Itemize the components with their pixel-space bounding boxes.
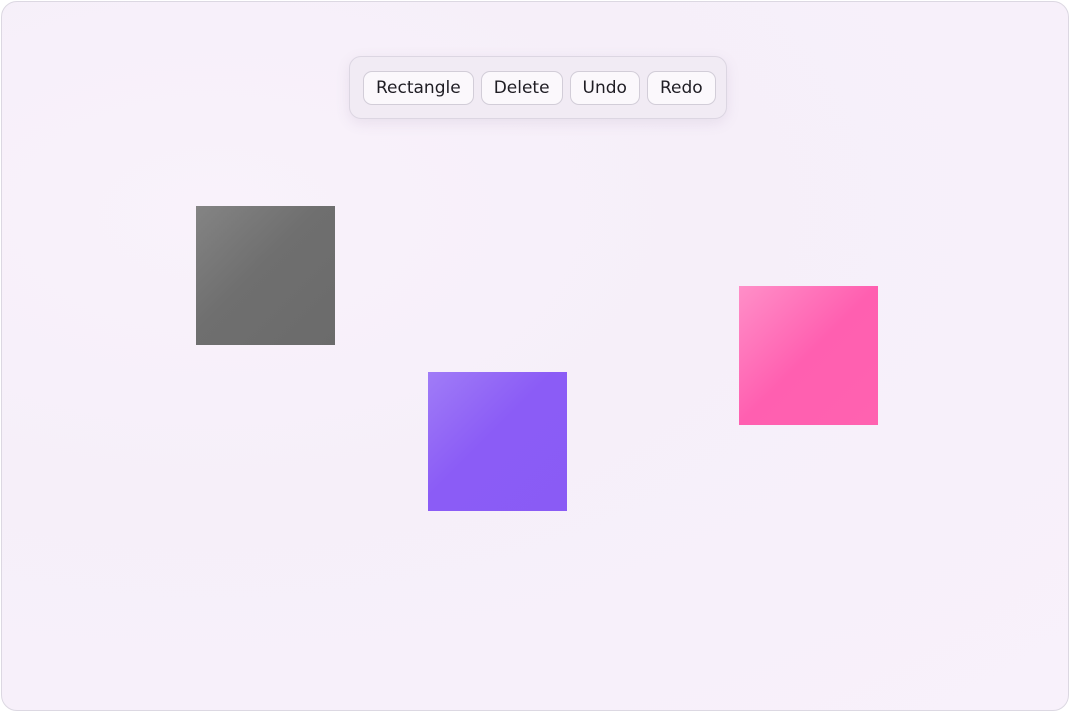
- drawing-canvas[interactable]: Rectangle Delete Undo Redo: [1, 1, 1069, 711]
- redo-button[interactable]: Redo: [646, 70, 716, 105]
- purple-rectangle-shape[interactable]: [428, 372, 567, 511]
- gray-rectangle-shape[interactable]: [196, 206, 335, 345]
- rectangle-button[interactable]: Rectangle: [363, 70, 474, 105]
- toolbar: Rectangle Delete Undo Redo: [349, 56, 727, 119]
- delete-button[interactable]: Delete: [480, 70, 563, 105]
- undo-button[interactable]: Undo: [569, 70, 640, 105]
- pink-rectangle-shape[interactable]: [739, 286, 878, 425]
